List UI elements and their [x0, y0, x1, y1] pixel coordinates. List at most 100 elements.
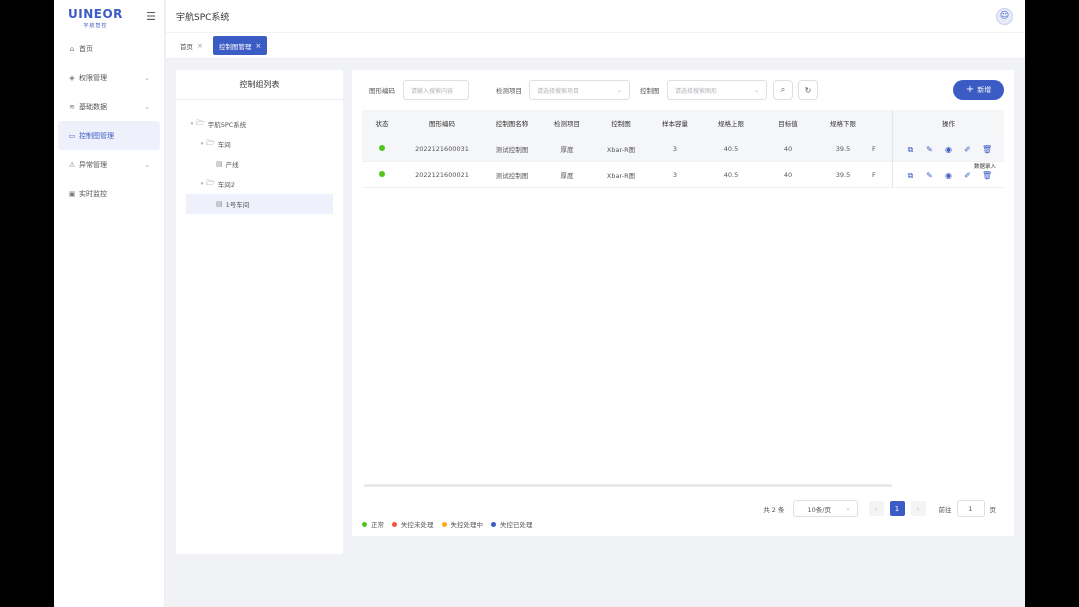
caret-down-icon[interactable]: ▾	[188, 121, 196, 127]
data-entry-icon[interactable]: ✐	[963, 171, 972, 180]
tab-home[interactable]: 首页 ×	[176, 36, 207, 55]
sidebar-item-realtime[interactable]: ▣ 实时监控	[54, 179, 164, 208]
pagination: 共 2 条 10条/页 ⌄ ‹ 1 › 前往 1 页	[763, 500, 996, 517]
tree-node-label: 车间	[217, 141, 231, 149]
view-icon[interactable]: ◉	[944, 145, 953, 154]
truncated-cell: F	[872, 144, 876, 153]
monitor-eye-icon: ▣	[68, 189, 76, 198]
tree-node-workshop-1[interactable]: ▤ 1号车间	[186, 194, 333, 214]
lsl-cell: 39.5	[835, 144, 851, 153]
close-icon[interactable]: ×	[255, 42, 261, 50]
control-chart-table: 状态 图形编码 控制图名称 检测项目 控制图 样本容量 规格上限 目标值 规格下…	[362, 110, 1004, 188]
legend-label: 失控处理中	[450, 521, 484, 529]
tree-node-root[interactable]: ▾ 🗁 宇航SPC系统	[176, 114, 343, 134]
folder-open-icon: 🗁	[206, 178, 215, 187]
sidebar-item-base-data[interactable]: ≋ 基础数据 ⌄	[54, 92, 164, 121]
row-actions: ⧉ ✎ ◉ ✐ 🗑	[892, 136, 1004, 162]
usl-cell: 40.5	[723, 170, 739, 179]
sidebar-item-exceptions[interactable]: ⚠ 异常管理 ⌄	[54, 150, 164, 179]
edit-icon[interactable]: ✎	[925, 145, 934, 154]
close-icon[interactable]: ×	[197, 42, 203, 50]
page-size-value: 10条/页	[807, 505, 831, 514]
app-window: UINEOR 宇航智控 ☰ ⌂ 首页 ◈ 权限管理 ⌄ ≋ 基础数据 ⌄ ▭ 控	[54, 0, 1025, 607]
data-entry-icon[interactable]: ✐	[963, 145, 972, 154]
sidebar-item-home[interactable]: ⌂ 首页	[54, 34, 164, 63]
legend-label: 正常	[371, 521, 384, 529]
prev-page-button[interactable]: ‹	[868, 501, 884, 516]
tree-node-workshop[interactable]: ▾ 🗁 车间	[176, 134, 343, 154]
app-title: 宇航SPC系统	[176, 12, 230, 23]
data-entry-tooltip: 数据录入	[973, 162, 996, 170]
legend-item: 失控处理中	[441, 519, 484, 529]
tree-node-line[interactable]: ▤ 产线	[176, 154, 343, 174]
monitor-icon: ▭	[68, 131, 76, 140]
tree-title: 控制组列表	[176, 70, 343, 100]
copy-icon[interactable]: ⧉	[906, 171, 915, 180]
view-icon[interactable]: ◉	[944, 171, 953, 180]
edit-icon[interactable]: ✎	[925, 171, 934, 180]
folder-open-icon: 🗁	[206, 138, 215, 147]
chevron-down-icon: ⌄	[144, 160, 150, 169]
menu-collapse-icon[interactable]: ☰	[146, 10, 156, 23]
table-row[interactable]: 2022121600021 测试控制图 厚度 Xbar-R图 3 40.5 40…	[362, 162, 1004, 188]
logo: UINEOR 宇航智控 ☰	[54, 0, 164, 32]
column-header-actions: 操作	[892, 110, 1004, 136]
truncated-cell: F	[872, 170, 876, 179]
horizontal-scrollbar[interactable]	[364, 484, 892, 487]
table-row[interactable]: 2022121600031 测试控制图 厚度 Xbar-R图 3 40.5 40…	[362, 136, 1004, 162]
chart-icon: ▤	[216, 200, 223, 208]
next-page-button[interactable]: ›	[910, 501, 926, 516]
chart-label: 控制图	[640, 87, 660, 95]
sidebar: UINEOR 宇航智控 ☰ ⌂ 首页 ◈ 权限管理 ⌄ ≋ 基础数据 ⌄ ▭ 控	[54, 0, 165, 607]
caret-down-icon[interactable]: ▾	[198, 181, 206, 187]
search-bar: 图形编码 请输入搜索内容 检测项目 请选择搜索项目 ⌄ 控制图 请选择搜索图形 …	[352, 80, 1014, 100]
chevron-down-icon: ⌄	[845, 505, 851, 512]
target-cell: 40	[783, 170, 793, 179]
chart-icon: ▤	[216, 160, 223, 168]
delete-icon[interactable]: 🗑	[982, 145, 992, 154]
chevron-down-icon: ⌄	[753, 86, 759, 94]
folder-open-icon: 🗁	[196, 118, 205, 127]
tree-node-label: 宇航SPC系统	[207, 121, 247, 129]
database-icon: ≋	[69, 102, 75, 111]
sidebar-item-control-chart[interactable]: ▭ 控制图管理	[58, 121, 160, 150]
search-icon: ⌕	[780, 85, 786, 94]
control-group-tree: ▾ 🗁 宇航SPC系统 ▾ 🗁 车间 ▤ 产线 ▾ 🗁 车间2 ▤ 1号车间	[176, 100, 343, 214]
item-select[interactable]: 请选择搜索项目 ⌄	[529, 80, 630, 100]
page-number-button[interactable]: 1	[889, 501, 905, 516]
logo-text: UINEOR	[68, 7, 123, 21]
sidebar-item-label: 实时监控	[79, 189, 107, 198]
caret-down-icon[interactable]: ▾	[198, 141, 206, 147]
column-header: 规格下限	[830, 120, 856, 128]
warning-icon: ⚠	[68, 160, 76, 169]
reset-button[interactable]: ↻	[798, 80, 818, 100]
chart-select[interactable]: 请选择搜索图形 ⌄	[667, 80, 767, 100]
status-dot	[379, 170, 385, 177]
tab-control-chart[interactable]: 控制图管理 ×	[212, 36, 268, 55]
legend-label: 失控未处理	[401, 521, 434, 529]
code-search-input[interactable]: 请输入搜索内容	[403, 80, 469, 100]
chevron-down-icon: ⌄	[144, 73, 150, 82]
add-button[interactable]: + 新增	[953, 80, 1004, 100]
search-button[interactable]: ⌕	[773, 80, 793, 100]
total-count: 共 2 条	[763, 505, 785, 514]
tree-node-workshop-2[interactable]: ▾ 🗁 车间2	[176, 174, 343, 194]
tab-label: 首页	[180, 42, 193, 51]
delete-icon[interactable]: 🗑	[982, 171, 992, 180]
copy-icon[interactable]: ⧉	[906, 145, 915, 154]
page-size-select[interactable]: 10条/页 ⌄	[792, 500, 858, 517]
item-label: 检测项目	[496, 87, 522, 95]
item-cell: 厚度	[560, 145, 574, 154]
name-cell: 测试控制图	[495, 171, 529, 180]
sidebar-item-permissions[interactable]: ◈ 权限管理 ⌄	[54, 63, 164, 92]
logo-mark: UINEOR 宇航智控	[68, 3, 123, 29]
goto-label: 前往	[938, 505, 952, 514]
lsl-cell: 39.5	[835, 170, 851, 179]
page-unit-label: 页	[989, 505, 997, 514]
column-header: 控制图名称	[495, 120, 529, 128]
goto-page-input[interactable]: 1	[956, 500, 985, 517]
control-group-panel: 控制组列表 ▾ 🗁 宇航SPC系统 ▾ 🗁 车间 ▤ 产线 ▾ 🗁 车间2 ▤ …	[176, 70, 343, 554]
status-cell	[362, 144, 402, 153]
sample-size-cell: 3	[672, 144, 678, 153]
avatar[interactable]: ☺	[996, 7, 1013, 25]
